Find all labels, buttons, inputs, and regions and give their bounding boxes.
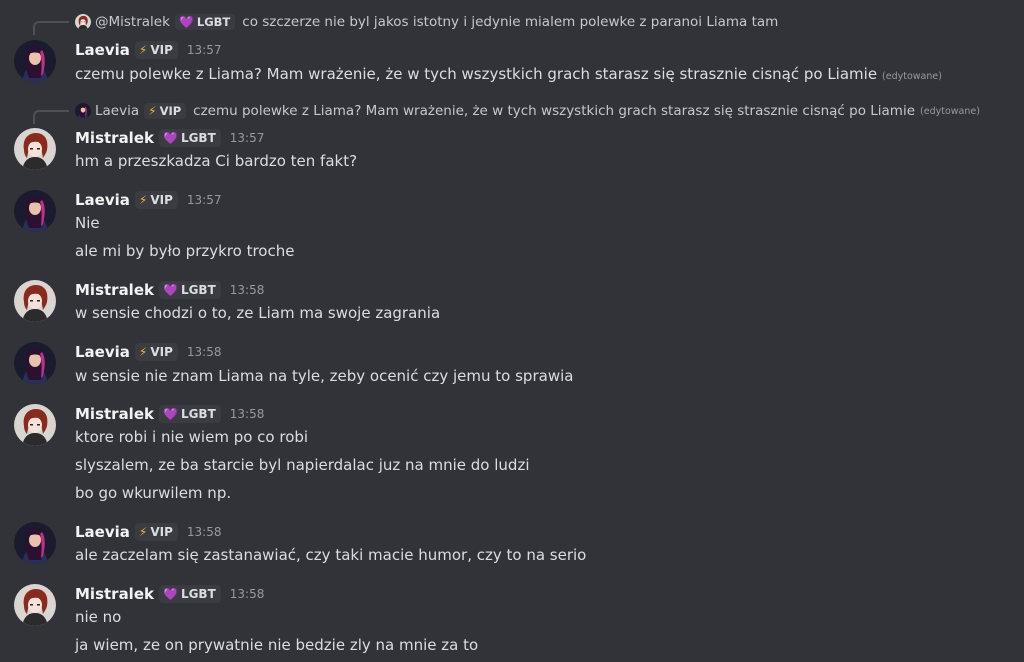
timestamp[interactable]: 13:58 <box>187 345 222 359</box>
message-text: ale zaczelam się zastanawiać, czy taki m… <box>75 546 587 564</box>
avatar[interactable] <box>14 342 56 384</box>
timestamp[interactable]: 13:58 <box>230 283 265 297</box>
timestamp[interactable]: 13:58 <box>230 587 265 601</box>
message-line: hm a przeszkadza Ci bardzo ten fakt? <box>75 150 357 172</box>
message-line: bo go wkurwilem np. <box>75 482 231 504</box>
role-label: LGBT <box>196 15 231 29</box>
message-line: w sensie nie znam Liama na tyle, zeby oc… <box>75 365 573 387</box>
role-label: LGBT <box>180 131 216 145</box>
avatar[interactable] <box>14 584 56 626</box>
message-header: Mistralek 💜 LGBT 13:57 <box>75 127 264 149</box>
message-text: slyszalem, ze ba starcie byl napierdalac… <box>75 456 530 474</box>
role-badge: 💜 LGBT <box>174 14 236 30</box>
message-header: Mistralek 💜 LGBT 13:58 <box>75 583 264 605</box>
message-header: Mistralek 💜 LGBT 13:58 <box>75 279 264 301</box>
message-header: Laevia ⚡ VIP 13:58 <box>75 521 221 543</box>
role-label: LGBT <box>180 283 216 297</box>
reply-text: czemu polewke z Liama? Mam wrażenie, że … <box>193 103 916 119</box>
reply-avatar <box>75 103 91 119</box>
bolt-icon: ⚡ <box>138 525 148 539</box>
avatar[interactable] <box>14 190 56 232</box>
heart-icon: 💜 <box>162 131 178 145</box>
timestamp[interactable]: 13:58 <box>187 525 222 539</box>
timestamp[interactable]: 13:57 <box>230 131 265 145</box>
avatar[interactable] <box>14 522 56 564</box>
message-text: ale mi by było przykro troche <box>75 242 295 260</box>
username[interactable]: Mistralek <box>75 281 154 299</box>
reply-preview[interactable]: @Mistralek 💜 LGBT co szczerze nie byl jak… <box>75 12 778 32</box>
timestamp[interactable]: 13:58 <box>230 407 265 421</box>
message-text: bo go wkurwilem np. <box>75 484 232 502</box>
role-badge[interactable]: ⚡ VIP <box>134 523 178 541</box>
avatar[interactable] <box>14 128 56 170</box>
message-line: czemu polewke z Liama? Mam wrażenie, że … <box>75 63 942 88</box>
message-line: ale zaczelam się zastanawiać, czy taki m… <box>75 544 586 566</box>
message-line: Nie <box>75 212 100 234</box>
role-label: VIP <box>150 43 173 57</box>
role-label: VIP <box>159 104 182 118</box>
bolt-icon: ⚡ <box>148 104 157 118</box>
edited-label: (edytowane) <box>882 71 942 82</box>
message-line: nie no <box>75 606 121 628</box>
bolt-icon: ⚡ <box>138 43 148 57</box>
username[interactable]: Laevia <box>75 191 130 209</box>
role-label: LGBT <box>180 407 216 421</box>
message-text: nie no <box>75 608 122 626</box>
message-header: Laevia ⚡ VIP 13:57 <box>75 189 221 211</box>
reply-author[interactable]: Laevia <box>95 103 139 119</box>
username[interactable]: Laevia <box>75 343 130 361</box>
avatar[interactable] <box>14 404 56 446</box>
role-label: VIP <box>150 193 173 207</box>
reply-author[interactable]: @Mistralek <box>95 14 170 30</box>
reply-connector <box>33 110 69 124</box>
edited-label: (edytowane) <box>920 105 980 117</box>
message-header: Laevia ⚡ VIP 13:57 <box>75 39 221 61</box>
role-label: VIP <box>150 345 173 359</box>
message-text: ja wiem, ze on prywatnie nie bedzie zly … <box>75 636 479 654</box>
message-text: ktore robi i nie wiem po co robi <box>75 428 309 446</box>
role-badge[interactable]: ⚡ VIP <box>134 191 178 209</box>
message-text: Nie <box>75 214 100 232</box>
message-line: ja wiem, ze on prywatnie nie bedzie zly … <box>75 634 478 656</box>
role-badge[interactable]: 💜 LGBT <box>158 405 221 423</box>
username[interactable]: Mistralek <box>75 405 154 423</box>
avatar[interactable] <box>14 280 56 322</box>
username[interactable]: Mistralek <box>75 129 154 147</box>
reply-text: co szczerze nie byl jakos istotny i jedy… <box>242 14 779 30</box>
message-text: hm a przeszkadza Ci bardzo ten fakt? <box>75 152 358 170</box>
reply-preview[interactable]: Laevia ⚡ VIP czemu polewke z Liama? Mam w… <box>75 101 980 121</box>
message-header: Laevia ⚡ VIP 13:58 <box>75 341 221 363</box>
reply-avatar <box>75 14 91 30</box>
message-text: czemu polewke z Liama? Mam wrażenie, że … <box>75 65 878 83</box>
reply-connector <box>33 21 69 35</box>
bolt-icon: ⚡ <box>138 345 148 359</box>
bolt-icon: ⚡ <box>138 193 148 207</box>
heart-icon: 💜 <box>162 407 178 421</box>
message-line: ktore robi i nie wiem po co robi <box>75 426 308 448</box>
timestamp[interactable]: 13:57 <box>187 193 222 207</box>
avatar[interactable] <box>14 40 56 82</box>
role-badge[interactable]: ⚡ VIP <box>134 41 178 59</box>
role-badge[interactable]: ⚡ VIP <box>134 343 178 361</box>
message-line: w sensie chodzi o to, ze Liam ma swoje z… <box>75 302 440 324</box>
message-header: Mistralek 💜 LGBT 13:58 <box>75 403 264 425</box>
message-line: slyszalem, ze ba starcie byl napierdalac… <box>75 454 529 476</box>
timestamp[interactable]: 13:57 <box>187 43 222 57</box>
role-badge: ⚡ VIP <box>144 103 187 119</box>
message-text: w sensie chodzi o to, ze Liam ma swoje z… <box>75 304 441 322</box>
heart-icon: 💜 <box>178 15 194 29</box>
role-label: VIP <box>150 525 173 539</box>
username[interactable]: Mistralek <box>75 585 154 603</box>
heart-icon: 💜 <box>162 587 178 601</box>
message-line: ale mi by było przykro troche <box>75 240 294 262</box>
role-badge[interactable]: 💜 LGBT <box>158 281 221 299</box>
username[interactable]: Laevia <box>75 523 130 541</box>
chat-log: @Mistralek 💜 LGBT co szczerze nie byl jak… <box>0 0 1024 662</box>
username[interactable]: Laevia <box>75 41 130 59</box>
heart-icon: 💜 <box>162 283 178 297</box>
role-badge[interactable]: 💜 LGBT <box>158 585 221 603</box>
role-label: LGBT <box>180 587 216 601</box>
message-text: w sensie nie znam Liama na tyle, zeby oc… <box>75 367 574 385</box>
role-badge[interactable]: 💜 LGBT <box>158 129 221 147</box>
